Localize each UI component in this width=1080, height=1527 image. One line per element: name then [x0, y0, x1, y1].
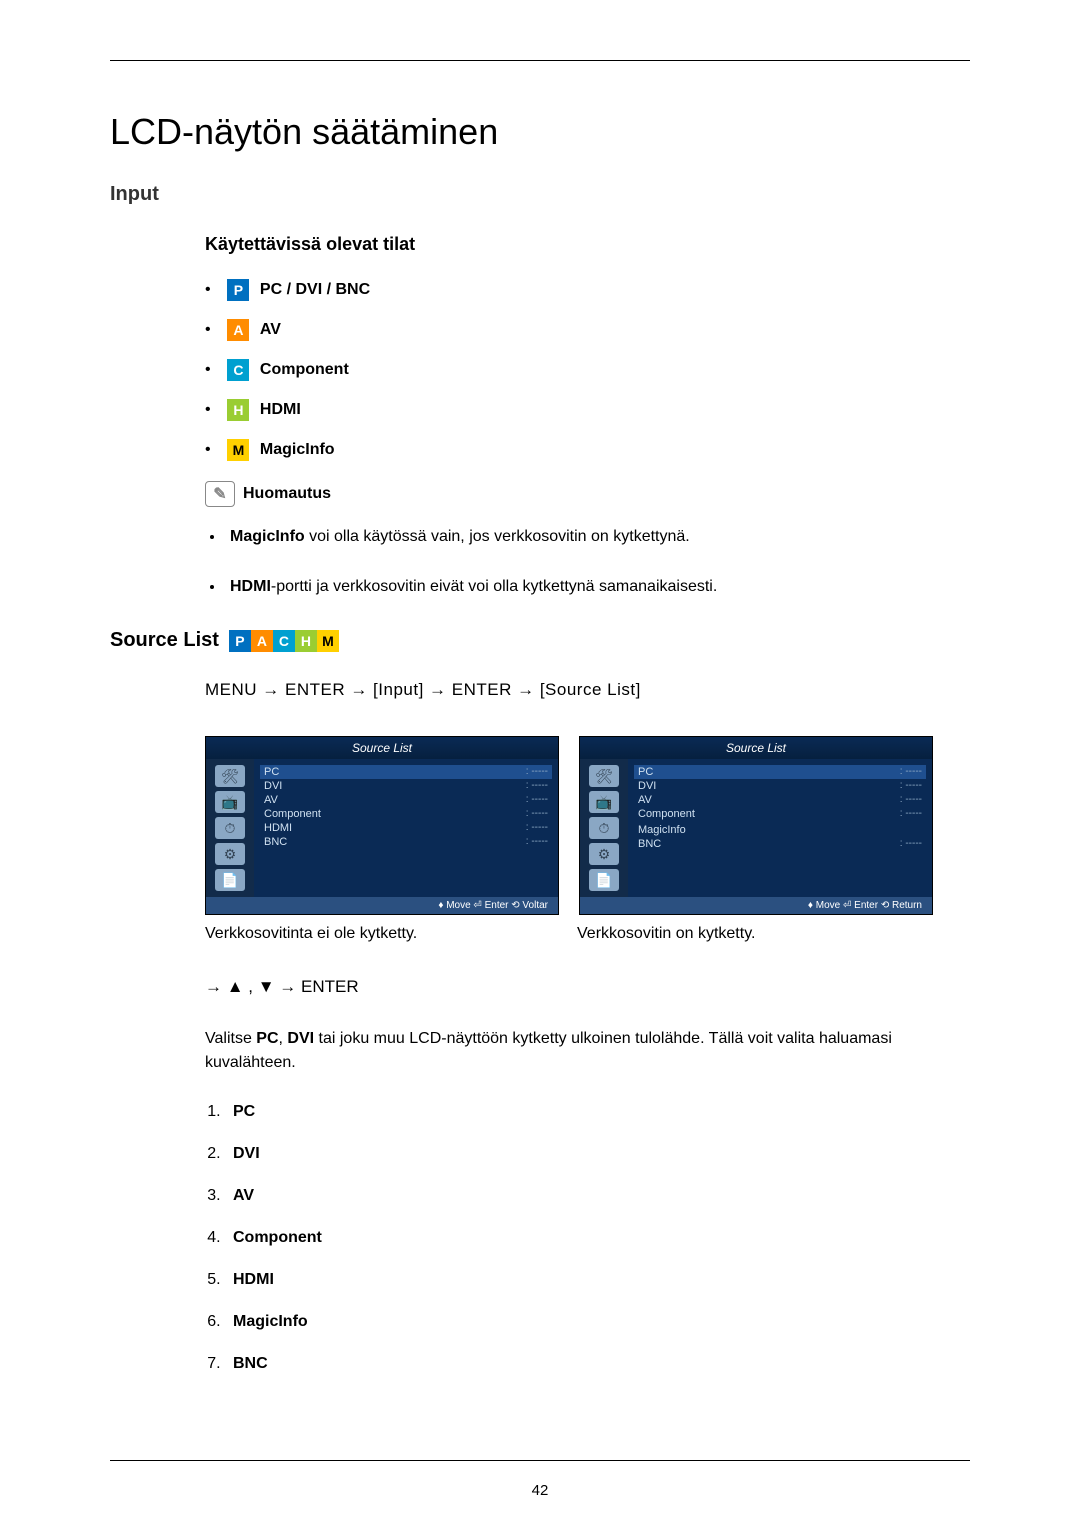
screenshot-row: Source List 🛠 📺 ⏱ ⚙ 📄 PC: ----- DVI: ---… [110, 736, 970, 915]
mode-item: M MagicInfo [205, 439, 970, 461]
osd-footer: ♦ Move ⏎ Enter ⟲ Return [580, 897, 932, 914]
list-item: DVI [225, 1145, 970, 1163]
osd-item: BNC: ----- [260, 835, 552, 849]
mode-item: A AV [205, 319, 970, 341]
osd-title: Source List [206, 737, 558, 759]
note-bold: MagicInfo [230, 528, 305, 545]
note-text: voi olla käytössä vain, jos verkkosoviti… [305, 528, 690, 545]
osd-item: HDMI: ----- [260, 821, 552, 835]
list-item: BNC [225, 1355, 970, 1373]
gear-icon: ⚙ [589, 843, 619, 865]
osd-item: Component: ----- [260, 807, 552, 821]
osd-sidebar: 🛠 📺 ⏱ ⚙ 📄 [206, 759, 254, 897]
p-icon: P [227, 279, 249, 301]
osd-item: PC: ----- [260, 765, 552, 779]
osd-footer: ♦ Move ⏎ Enter ⟲ Voltar [206, 897, 558, 914]
osd-item: AV: ----- [634, 793, 926, 807]
menu-path: MENU → ENTER → [Input] → ENTER → [Source… [110, 680, 970, 700]
mode-item: C Component [205, 359, 970, 381]
tv-icon: 📺 [589, 791, 619, 813]
note-item: MagicInfo voi olla käytössä vain, jos ve… [225, 525, 970, 549]
note-list: MagicInfo voi olla käytössä vain, jos ve… [110, 525, 970, 599]
osd-item: DVI: ----- [260, 779, 552, 793]
page-title: LCD-näytön säätäminen [110, 111, 970, 153]
a-icon: A [227, 319, 249, 341]
osd-list: PC: ----- DVI: ----- AV: ----- Component… [628, 759, 932, 897]
osd-item: AV: ----- [260, 793, 552, 807]
list-item: AV [225, 1187, 970, 1205]
list-item: Component [225, 1229, 970, 1247]
mode-list: P PC / DVI / BNC A AV C Component H HDMI… [110, 279, 970, 461]
mode-item: H HDMI [205, 399, 970, 421]
note-icon: ✎ [205, 481, 235, 507]
caption-right: Verkkosovitin on kytketty. [577, 925, 755, 943]
tool-icon: 🛠 [589, 765, 619, 787]
c-icon: C [227, 359, 249, 381]
osd-item: PC: ----- [634, 765, 926, 779]
mode-item: P PC / DVI / BNC [205, 279, 970, 301]
note-item: HDMI-portti ja verkkosovitin eivät voi o… [225, 575, 970, 599]
doc-icon: 📄 [589, 869, 619, 891]
numbered-list: PC DVI AV Component HDMI MagicInfo BNC [110, 1103, 970, 1373]
osd-item: BNC: ----- [634, 837, 926, 851]
note-heading: ✎ Huomautus [205, 481, 970, 507]
nav-hint: → ▲ , ▼ → ENTER [110, 977, 970, 997]
section-heading-input: Input [110, 183, 970, 206]
body-paragraph: Valitse PC, DVI tai joku muu LCD-näyttöö… [110, 1027, 970, 1075]
clock-icon: ⏱ [589, 817, 619, 839]
mode-label: Component [260, 361, 349, 378]
mode-label: PC / DVI / BNC [260, 281, 370, 298]
source-list-heading: Source List PACHM [110, 629, 970, 652]
divider-top [110, 60, 970, 61]
p-icon: P [229, 630, 251, 652]
note-label: Huomautus [243, 485, 331, 503]
mode-label: AV [260, 321, 281, 338]
page-number: 42 [0, 1482, 1080, 1499]
osd-title: Source List [580, 737, 932, 759]
tv-icon: 📺 [215, 791, 245, 813]
note-text: -portti ja verkkosovitin eivät voi olla … [271, 578, 717, 595]
h-icon: H [227, 399, 249, 421]
m-icon: M [317, 630, 339, 652]
list-item: PC [225, 1103, 970, 1121]
gear-icon: ⚙ [215, 843, 245, 865]
osd-right-screenshot: Source List 🛠 📺 ⏱ ⚙ 📄 PC: ----- DVI: ---… [579, 736, 933, 915]
c-icon: C [273, 630, 295, 652]
available-modes-heading: Käytettävissä olevat tilat [110, 234, 970, 255]
tool-icon: 🛠 [215, 765, 245, 787]
icon-row: PACHM [229, 629, 339, 652]
note-bold: HDMI [230, 578, 271, 595]
osd-left-screenshot: Source List 🛠 📺 ⏱ ⚙ 📄 PC: ----- DVI: ---… [205, 736, 559, 915]
doc-icon: 📄 [215, 869, 245, 891]
osd-item: Component: ----- [634, 807, 926, 821]
osd-item: MagicInfo [634, 823, 926, 837]
osd-list: PC: ----- DVI: ----- AV: ----- Component… [254, 759, 558, 897]
osd-item: DVI: ----- [634, 779, 926, 793]
osd-sidebar: 🛠 📺 ⏱ ⚙ 📄 [580, 759, 628, 897]
clock-icon: ⏱ [215, 817, 245, 839]
source-list-label: Source List [110, 629, 219, 652]
caption-row: Verkkosovitinta ei ole kytketty. Verkkos… [110, 925, 970, 943]
list-item: HDMI [225, 1271, 970, 1289]
caption-left: Verkkosovitinta ei ole kytketty. [205, 925, 557, 943]
a-icon: A [251, 630, 273, 652]
divider-bottom [110, 1460, 970, 1461]
list-item: MagicInfo [225, 1313, 970, 1331]
mode-label: MagicInfo [260, 441, 335, 458]
h-icon: H [295, 630, 317, 652]
mode-label: HDMI [260, 401, 301, 418]
m-icon: M [227, 439, 249, 461]
